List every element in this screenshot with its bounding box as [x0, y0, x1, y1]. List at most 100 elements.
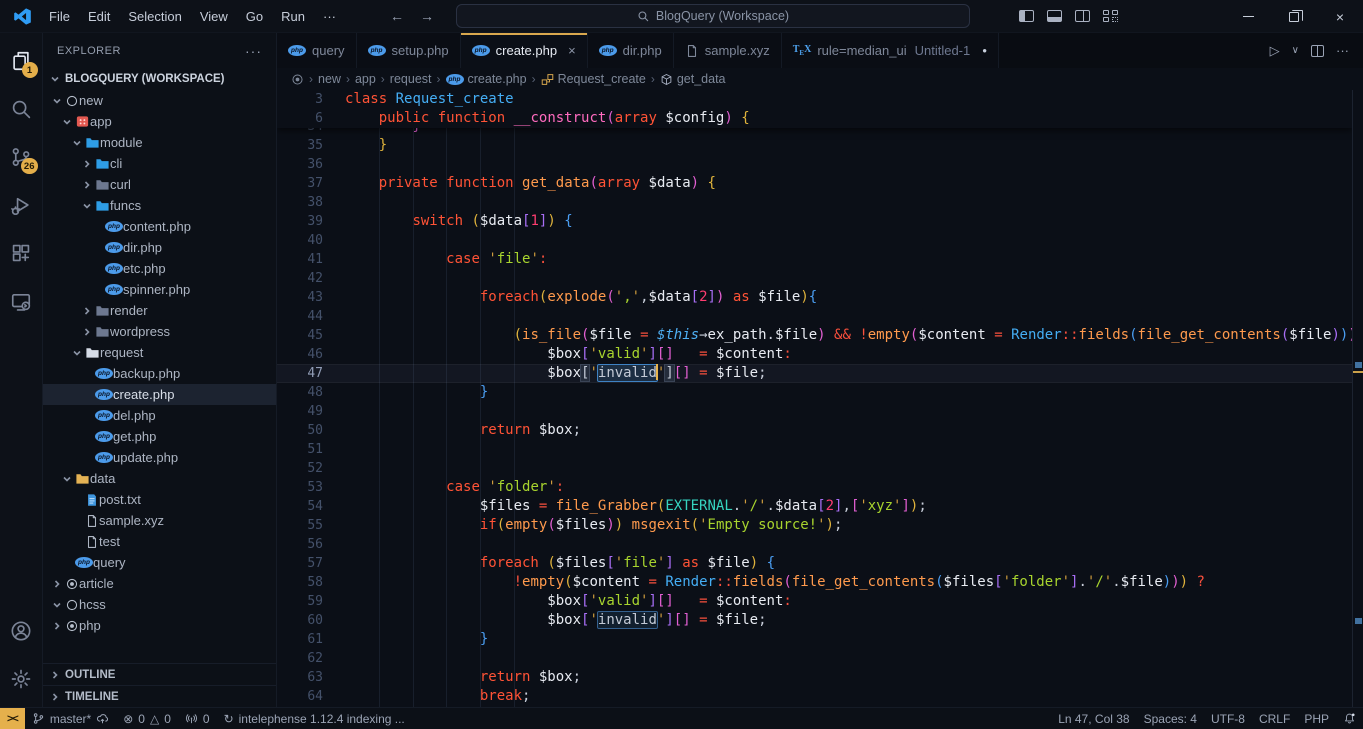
breadcrumb-item-new[interactable]: new	[318, 72, 341, 86]
tree-item-module[interactable]: module	[43, 132, 276, 153]
menu-item-file[interactable]: File	[40, 0, 79, 33]
tree-item-new[interactable]: new	[43, 90, 276, 111]
explorer-more-actions[interactable]: ···	[245, 43, 262, 59]
tree-item-funcs[interactable]: funcs	[43, 195, 276, 216]
language-mode[interactable]: PHP	[1297, 708, 1336, 729]
workspace-section-header[interactable]: BLOGQUERY (WORKSPACE)	[43, 68, 276, 90]
menu-item-selection[interactable]: Selection	[119, 0, 190, 33]
menu-item-run[interactable]: Run	[272, 0, 314, 33]
breadcrumb-item-create-php[interactable]: phpcreate.php	[446, 72, 527, 86]
run-button[interactable]: ▷	[1270, 43, 1280, 59]
tree-item-cli[interactable]: cli	[43, 153, 276, 174]
code-line[interactable]: 64 break;	[277, 687, 1352, 706]
tab-dir-php[interactable]: phpdir.php	[588, 33, 674, 68]
menu-item-view[interactable]: View	[191, 0, 237, 33]
tree-item-etc-php[interactable]: phpetc.php	[43, 258, 276, 279]
timeline-section[interactable]: TIMELINE	[43, 685, 276, 707]
activity-search[interactable]	[0, 85, 43, 133]
indentation[interactable]: Spaces: 4	[1137, 708, 1204, 729]
code-line[interactable]: 63 return $box;	[277, 668, 1352, 687]
tab-create-php[interactable]: phpcreate.php×	[461, 33, 588, 68]
encoding[interactable]: UTF-8	[1204, 708, 1252, 729]
sticky-line[interactable]: 3class Request_create	[277, 90, 1352, 109]
code-line[interactable]: 38	[277, 193, 1352, 212]
code-line[interactable]: 57 foreach ($files['file'] as $file) {	[277, 554, 1352, 573]
sticky-line[interactable]: 6 public function __construct(array $con…	[277, 109, 1352, 128]
overview-ruler[interactable]	[1352, 90, 1363, 707]
breadcrumb-item-app[interactable]: app	[355, 72, 376, 86]
notifications[interactable]	[1336, 708, 1363, 729]
editor-more-icon[interactable]: ···	[1336, 43, 1349, 58]
tree-item-wordpress[interactable]: wordpress	[43, 321, 276, 342]
code-line[interactable]: 46 $box['valid'][] = $content:	[277, 345, 1352, 364]
breadcrumb-item-get_data[interactable]: get_data	[660, 72, 726, 86]
activity-extensions[interactable]	[0, 229, 43, 277]
code-line[interactable]: 44	[277, 307, 1352, 326]
tab-query[interactable]: phpquery	[277, 33, 357, 68]
activity-source-control[interactable]: 26	[0, 133, 43, 181]
close-button[interactable]: ×	[1317, 0, 1363, 33]
menu-item-edit[interactable]: Edit	[79, 0, 119, 33]
tree-item-del-php[interactable]: phpdel.php	[43, 405, 276, 426]
code-line[interactable]: 48 }	[277, 383, 1352, 402]
tree-item-render[interactable]: render	[43, 300, 276, 321]
code-line[interactable]: 39 switch ($data[1]) {	[277, 212, 1352, 231]
restore-button[interactable]	[1271, 0, 1317, 33]
tree-item-dir-php[interactable]: phpdir.php	[43, 237, 276, 258]
code-line[interactable]: 61 }	[277, 630, 1352, 649]
breadcrumb-item-request[interactable]: request	[390, 72, 432, 86]
remote-indicator[interactable]: ><	[0, 708, 25, 729]
minimize-button[interactable]	[1225, 0, 1271, 33]
tab-setup-php[interactable]: phpsetup.php	[357, 33, 461, 68]
menu-item-go[interactable]: Go	[237, 0, 272, 33]
forward-button[interactable]: →	[420, 8, 434, 24]
code-line[interactable]: 49	[277, 402, 1352, 421]
language-server-status[interactable]: ↻intelephense 1.12.4 indexing ...	[217, 708, 412, 729]
tree-item-request[interactable]: request	[43, 342, 276, 363]
tree-item-app[interactable]: app	[43, 111, 276, 132]
code-editor[interactable]: 34 }35 }3637 private function get_data(a…	[277, 90, 1363, 707]
code-line[interactable]: 60 $box['invalid'][] = $file;	[277, 611, 1352, 630]
breadcrumb-item-Request_create[interactable]: Request_create	[541, 72, 646, 86]
tree-item-data[interactable]: data	[43, 468, 276, 489]
tree-item-article[interactable]: article	[43, 573, 276, 594]
code-line[interactable]: 52	[277, 459, 1352, 478]
tree-item-backup-php[interactable]: phpbackup.php	[43, 363, 276, 384]
split-editor-icon[interactable]	[1311, 45, 1324, 57]
code-line[interactable]: 35 }	[277, 136, 1352, 155]
ports-status[interactable]: 0	[178, 708, 217, 729]
code-line[interactable]: 58 !empty($content = Render::fields(file…	[277, 573, 1352, 592]
code-line[interactable]: 36	[277, 155, 1352, 174]
breadcrumb-item[interactable]	[291, 73, 304, 86]
run-dropdown-icon[interactable]: ∨	[1292, 45, 1299, 56]
toggle-sidebar-icon[interactable]	[1019, 10, 1034, 22]
activity-explorer[interactable]: 1	[0, 37, 43, 85]
tree-item-query[interactable]: phpquery	[43, 552, 276, 573]
code-line[interactable]: 45 (is_file($file = $this→ex_path.$file)…	[277, 326, 1352, 345]
problems-status[interactable]: ⊗0△0	[116, 708, 178, 729]
tree-item-create-php[interactable]: phpcreate.php	[43, 384, 276, 405]
activity-run-debug[interactable]	[0, 181, 43, 229]
code-line[interactable]: 43 foreach(explode(',',$data[2]) as $fil…	[277, 288, 1352, 307]
eol[interactable]: CRLF	[1252, 708, 1297, 729]
command-center[interactable]: BlogQuery (Workspace)	[456, 4, 970, 28]
code-line[interactable]: 62	[277, 649, 1352, 668]
code-line[interactable]: 51	[277, 440, 1352, 459]
tree-item-content-php[interactable]: phpcontent.php	[43, 216, 276, 237]
code-line[interactable]: 59 $box['valid'][] = $content:	[277, 592, 1352, 611]
code-line[interactable]: 50 return $box;	[277, 421, 1352, 440]
customize-layout-icon[interactable]	[1103, 10, 1118, 22]
tree-item-sample-xyz[interactable]: sample.xyz	[43, 510, 276, 531]
tree-item-test[interactable]: test	[43, 531, 276, 552]
outline-section[interactable]: OUTLINE	[43, 663, 276, 685]
code-line[interactable]: 55 if(empty($files)) msgexit('Empty sour…	[277, 516, 1352, 535]
code-line[interactable]: 40	[277, 231, 1352, 250]
tree-item-spinner-php[interactable]: phpspinner.php	[43, 279, 276, 300]
code-line[interactable]: 54 $files = file_Grabber(EXTERNAL.'/'.$d…	[277, 497, 1352, 516]
tree-item-update-php[interactable]: phpupdate.php	[43, 447, 276, 468]
activity-settings[interactable]	[0, 655, 43, 703]
code-line[interactable]: 56	[277, 535, 1352, 554]
cursor-position[interactable]: Ln 47, Col 38	[1051, 708, 1136, 729]
code-line[interactable]: 37 private function get_data(array $data…	[277, 174, 1352, 193]
tree-item-post-txt[interactable]: post.txt	[43, 489, 276, 510]
